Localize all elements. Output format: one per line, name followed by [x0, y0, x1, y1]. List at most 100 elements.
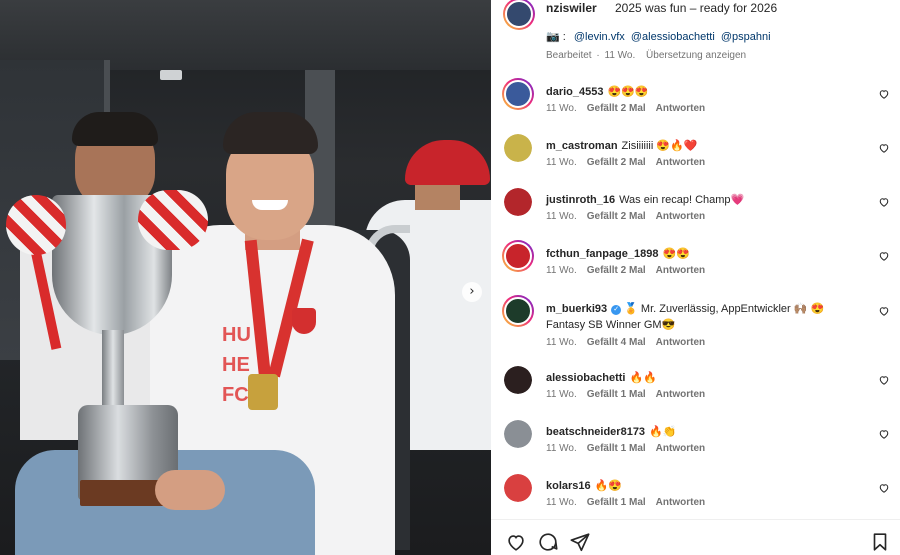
mention-link[interactable]: @levin.vfx — [574, 31, 625, 43]
comments-panel: nziswiler 2025 was fun – ready for 2026 … — [491, 0, 900, 555]
comment-text-line: dario_4553 😍😍😍 — [546, 84, 846, 100]
comment-text-line: justinroth_16 Was ein recap! Champ💗 — [546, 192, 846, 208]
comment-like-heart-icon[interactable] — [878, 88, 890, 100]
reply-button[interactable]: Antworten — [656, 443, 705, 454]
comment-likes[interactable]: Gefällt 2 Mal — [587, 265, 646, 276]
comment-meta: 11 Wo. Gefällt 4 Mal Antworten — [546, 337, 705, 348]
comment-text: Was ein recap! Champ💗 — [619, 194, 745, 206]
comment-item: dario_4553 😍😍😍 11 Wo. Gefällt 2 Mal Antworte… — [491, 78, 900, 134]
chevron-right-icon: › — [469, 284, 475, 299]
edited-label: Bearbeitet — [546, 50, 592, 61]
comment-like-heart-icon[interactable] — [878, 305, 890, 317]
verified-badge-icon: ✓ — [611, 305, 622, 315]
trophy-stem — [102, 330, 124, 410]
commenter-username[interactable]: justinroth_16 — [546, 194, 615, 206]
comment-text-line: fcthun_fanpage_1898 😍😍 — [546, 246, 846, 262]
trophy-bow-right — [138, 190, 208, 250]
medal — [248, 374, 278, 410]
comment-text: Zisiiiiiii 😍🔥❤️ — [621, 140, 698, 152]
player-smile — [252, 200, 288, 210]
reply-button[interactable]: Antworten — [656, 389, 705, 400]
comment-likes[interactable]: Gefällt 2 Mal — [587, 157, 646, 168]
teammate-left-hair — [72, 112, 158, 146]
comment-item: m_castroman Zisiiiiiii 😍🔥❤️ 11 Wo. Gefällt … — [491, 134, 900, 188]
commenter-username[interactable]: kolars16 — [546, 480, 591, 492]
comment-like-heart-icon[interactable] — [878, 250, 890, 262]
mention-link[interactable]: @alessiobachetti — [631, 31, 715, 43]
comment-meta: 11 Wo. Gefällt 1 Mal Antworten — [546, 443, 705, 454]
comment-meta: 11 Wo. Gefällt 2 Mal Antworten — [546, 265, 705, 276]
reply-button[interactable]: Antworten — [656, 265, 705, 276]
reply-button[interactable]: Antworten — [656, 497, 705, 508]
commenter-avatar[interactable] — [504, 366, 532, 394]
comment-likes[interactable]: Gefällt 2 Mal — [587, 211, 646, 222]
comment-text-line: kolars16 🔥😍 — [546, 478, 846, 494]
comment-like-heart-icon[interactable] — [878, 196, 890, 208]
translate-link[interactable]: Übersetzung anzeigen — [646, 50, 746, 61]
commenter-avatar[interactable] — [502, 240, 534, 272]
comment-time: 11 Wo. — [546, 443, 577, 454]
meta-separator: · — [596, 50, 600, 61]
comment-likes[interactable]: Gefällt 1 Mal — [587, 497, 646, 508]
commenter-username[interactable]: dario_4553 — [546, 86, 603, 98]
reply-button[interactable]: Antworten — [656, 211, 705, 222]
commenter-username[interactable]: beatschneider8173 — [546, 426, 645, 438]
red-cap — [405, 140, 490, 185]
comment-meta: 11 Wo. Gefällt 1 Mal Antworten — [546, 497, 705, 508]
comment-time: 11 Wo. — [546, 497, 577, 508]
action-bar — [491, 519, 900, 555]
commenter-avatar[interactable] — [504, 420, 532, 448]
post-time: 11 Wo. — [604, 50, 636, 61]
commenter-avatar[interactable] — [504, 474, 532, 502]
comment-text: 🔥😍 — [594, 480, 623, 492]
photo-credits: 📷 : @levin.vfx @alessiobachetti @pspahni — [546, 30, 771, 43]
player-hair — [223, 112, 318, 154]
comment-time: 11 Wo. — [546, 103, 577, 114]
comment-item: beatschneider8173 🔥👏 11 Wo. Gefällt 1 Mal An… — [491, 420, 900, 474]
comment-like-heart-icon[interactable] — [878, 142, 890, 154]
comment-time: 11 Wo. — [546, 157, 577, 168]
commenter-avatar[interactable] — [504, 188, 532, 216]
bookmark-icon[interactable] — [869, 531, 891, 553]
commenter-username[interactable]: m_castroman — [546, 140, 618, 152]
commenter-avatar[interactable] — [502, 78, 534, 110]
player-hand — [155, 470, 225, 510]
reply-button[interactable]: Antworten — [656, 157, 705, 168]
mention-link[interactable]: @pspahni — [721, 31, 771, 43]
comment-like-heart-icon[interactable] — [878, 374, 890, 386]
comment-likes[interactable]: Gefällt 4 Mal — [587, 337, 646, 348]
comment-likes[interactable]: Gefällt 2 Mal — [587, 103, 646, 114]
next-slide-button[interactable]: › — [462, 282, 482, 302]
comment-meta: 11 Wo. Gefällt 2 Mal Antworten — [546, 157, 705, 168]
comment-text-line: m_castroman Zisiiiiiii 😍🔥❤️ — [546, 138, 846, 154]
comment-meta: 11 Wo. Gefällt 1 Mal Antworten — [546, 389, 705, 400]
commenter-username[interactable]: alessiobachetti — [546, 372, 625, 384]
send-icon[interactable] — [569, 531, 591, 553]
comment-text-line: beatschneider8173 🔥👏 — [546, 424, 846, 440]
caption-meta: Bearbeitet · 11 Wo. Übersetzung anzeigen — [546, 50, 748, 61]
reply-button[interactable]: Antworten — [656, 103, 705, 114]
comment-like-heart-icon[interactable] — [878, 482, 890, 494]
commenter-avatar[interactable] — [502, 295, 534, 327]
commenter-avatar[interactable] — [504, 134, 532, 162]
author-username[interactable]: nziswiler — [546, 1, 597, 15]
comment-meta: 11 Wo. Gefällt 2 Mal Antworten — [546, 103, 705, 114]
comment-text: 🔥🔥 — [629, 372, 657, 384]
comment-text: 🏅 Mr. Zuverlässig, AppEntwickler 🙌🏽 😍 — [624, 303, 825, 315]
comment-likes[interactable]: Gefällt 1 Mal — [587, 443, 646, 454]
trophy-bow-left — [6, 195, 66, 255]
ceiling-light — [160, 70, 182, 80]
comment-icon[interactable] — [537, 531, 559, 553]
commenter-username[interactable]: fcthun_fanpage_1898 — [546, 248, 658, 260]
heart-icon[interactable] — [505, 531, 527, 553]
comment-text-line: alessiobachetti 🔥🔥 — [546, 370, 846, 386]
comment-likes[interactable]: Gefällt 1 Mal — [587, 389, 646, 400]
author-avatar[interactable] — [503, 0, 535, 30]
commenter-username[interactable]: m_buerki93 — [546, 303, 607, 315]
comment-meta: 11 Wo. Gefällt 2 Mal Antworten — [546, 211, 705, 222]
comment-time: 11 Wo. — [546, 389, 577, 400]
reply-button[interactable]: Antworten — [656, 337, 705, 348]
comment-like-heart-icon[interactable] — [878, 428, 890, 440]
comment-item: m_buerki93 ✓ 🏅 Mr. Zuverlässig, AppEntwick… — [491, 295, 900, 351]
comment-time: 11 Wo. — [546, 265, 577, 276]
